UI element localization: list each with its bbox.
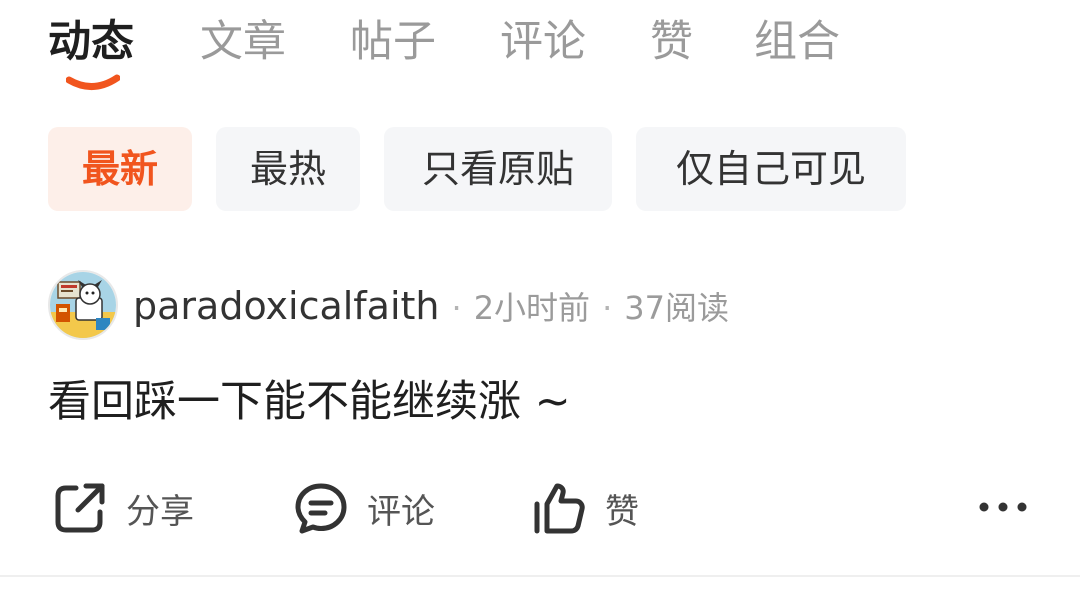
thumbs-up-icon [534,483,585,534]
filter-private-only[interactable]: 仅自己可见 [636,127,906,211]
share-button[interactable]: 分享 [52,478,194,538]
like-label: 赞 [605,491,639,532]
share-label: 分享 [126,491,194,532]
more-horizontal-icon [979,502,1027,512]
comment-label: 评论 [367,491,435,532]
meta-separator: · [602,289,613,327]
post-content[interactable]: 看回踩一下能不能继续涨 ~ [48,372,571,432]
like-button[interactable]: 赞 [531,478,639,538]
tab-dongtai[interactable]: 动态 [48,14,134,70]
post-meta-line: paradoxicalfaith · 2小时前 · 37阅读 [133,280,729,332]
active-tab-indicator [66,72,120,94]
avatar[interactable] [48,270,118,340]
tab-tiezi[interactable]: 帖子 [350,14,436,70]
read-count: 37阅读 [624,289,729,327]
tab-zan[interactable]: 赞 [650,14,693,70]
filter-hottest[interactable]: 最热 [216,127,360,211]
meta-separator: · [451,289,462,327]
comment-icon [295,483,347,534]
share-icon [55,483,105,533]
filter-original-only[interactable]: 只看原贴 [384,127,612,211]
username[interactable]: paradoxicalfaith [133,284,440,328]
divider [0,575,1080,577]
comment-button[interactable]: 评论 [293,478,435,538]
tab-zuhe[interactable]: 组合 [754,14,840,70]
tab-pinglun[interactable]: 评论 [500,14,586,70]
more-button[interactable] [975,490,1031,524]
tab-wenzhang[interactable]: 文章 [200,14,286,70]
cartoon-dog-avatar-icon [50,272,116,338]
filter-latest[interactable]: 最新 [48,127,192,211]
profile-feed-screen: 动态 文章 帖子 评论 赞 组合 最新 最热 只看原贴 仅自己可见 parado… [0,0,1080,597]
post-time: 2小时前 [473,289,591,327]
